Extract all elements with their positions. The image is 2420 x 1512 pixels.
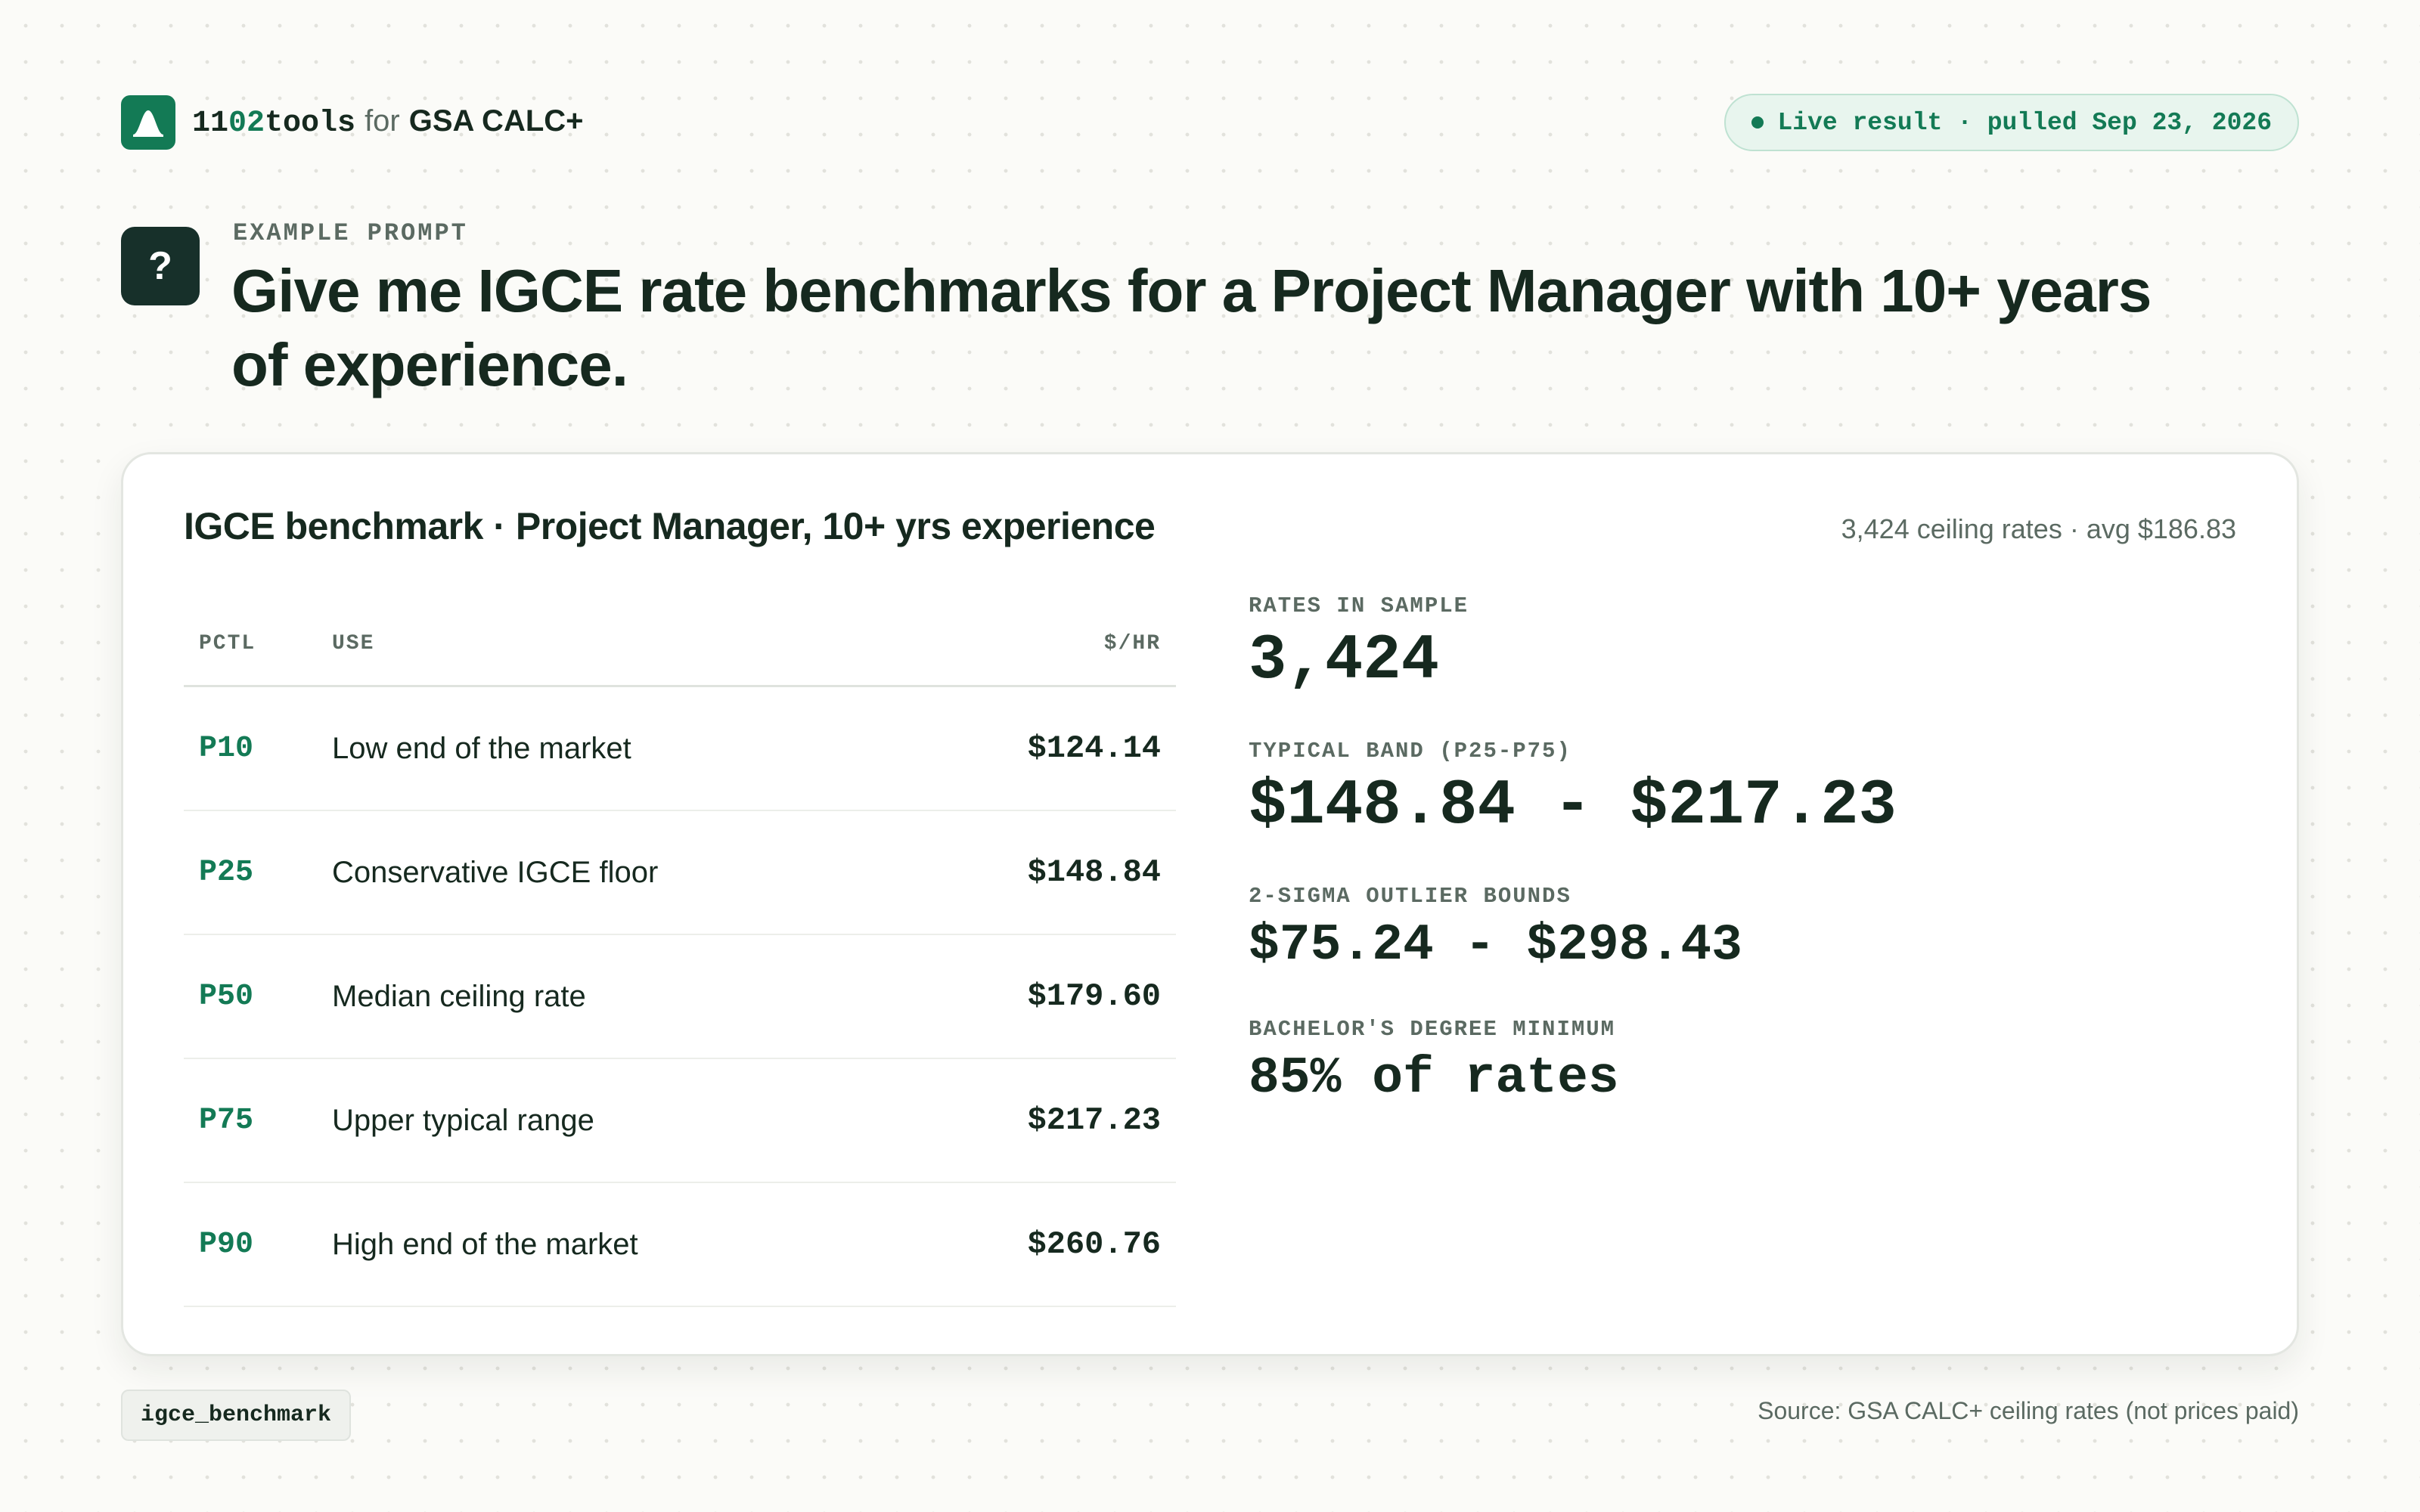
stat-rates-in-sample: RATES IN SAMPLE 3,424 xyxy=(1249,593,2232,696)
stat-value: $75.24 - $298.43 xyxy=(1249,916,1742,974)
row-rate: $179.60 xyxy=(1027,978,1161,1015)
tool-name-tag: igce_benchmark xyxy=(121,1390,352,1441)
column-header-rate: $/HR xyxy=(1103,632,1161,655)
table-row: P50 Median ceiling rate $179.60 xyxy=(184,935,1176,1059)
source-note: Source: GSA CALC+ ceiling rates (not pri… xyxy=(1758,1397,2299,1424)
row-use: Conservative IGCE floor xyxy=(332,855,659,889)
prompt-label: EXAMPLE PROMPT xyxy=(233,219,468,247)
stat-typical-band: TYPICAL BAND (P25-P75) $148.84 - $217.23 xyxy=(1249,739,2232,841)
bell-curve-icon xyxy=(133,110,163,137)
stat-value: 85% of rates xyxy=(1249,1049,1619,1108)
live-status-label: Live result · pulled Sep 23, 2026 xyxy=(1777,108,2272,137)
row-rate: $217.23 xyxy=(1027,1102,1161,1139)
brand-name: 1102tools xyxy=(192,107,355,141)
row-use: Median ceiling rate xyxy=(332,979,586,1013)
table-row: P90 High end of the market $260.76 xyxy=(184,1183,1176,1307)
row-use: Low end of the market xyxy=(332,731,631,765)
row-rate: $260.76 xyxy=(1027,1226,1161,1263)
row-use: High end of the market xyxy=(332,1227,638,1261)
stat-value: 3,424 xyxy=(1249,625,1440,697)
live-dot-icon xyxy=(1751,116,1764,129)
card-title: IGCE benchmark · Project Manager, 10+ yr… xyxy=(184,505,1156,547)
stat-bachelors-minimum: BACHELOR'S DEGREE MINIMUM 85% of rates xyxy=(1249,1017,2232,1108)
row-rate: $124.14 xyxy=(1027,730,1161,767)
brand-logo-icon xyxy=(121,95,175,150)
percentile-table: PCTL USE $/HR P10 Low end of the market … xyxy=(184,603,1176,1307)
table-header: PCTL USE $/HR xyxy=(184,603,1176,687)
table-row: P75 Upper typical range $217.23 xyxy=(184,1059,1176,1183)
row-pctl: P75 xyxy=(199,1103,254,1138)
stat-outlier-bounds: 2-SIGMA OUTLIER BOUNDS $75.24 - $298.43 xyxy=(1249,884,2232,974)
table-row: P10 Low end of the market $124.14 xyxy=(184,687,1176,811)
row-use: Upper typical range xyxy=(332,1103,594,1137)
question-icon: ? xyxy=(121,227,200,305)
column-header-pctl: PCTL xyxy=(199,632,256,655)
prompt-text: Give me IGCE rate benchmarks for a Proje… xyxy=(231,257,2152,398)
brand-product: GSA CALC+ xyxy=(408,104,584,138)
stats-panel: RATES IN SAMPLE 3,424 TYPICAL BAND (P25-… xyxy=(1249,593,2232,1150)
row-pctl: P90 xyxy=(199,1227,254,1262)
stat-label: BACHELOR'S DEGREE MINIMUM xyxy=(1249,1017,1616,1042)
row-pctl: P50 xyxy=(199,979,254,1014)
brand-name-prefix: 11 xyxy=(192,107,229,141)
row-pctl: P10 xyxy=(199,731,254,766)
brand: 1102tools for GSA CALC+ xyxy=(121,95,584,150)
stat-label: RATES IN SAMPLE xyxy=(1249,593,1469,618)
card-meta: 3,424 ceiling rates · avg $186.83 xyxy=(1841,513,2236,544)
row-pctl: P25 xyxy=(199,855,254,890)
brand-name-accent: 02 xyxy=(228,107,265,141)
stat-value: $148.84 - $217.23 xyxy=(1249,770,1897,842)
brand-for: for xyxy=(365,104,400,138)
brand-name-suffix: tools xyxy=(265,107,356,141)
stat-label: 2-SIGMA OUTLIER BOUNDS xyxy=(1249,884,1571,909)
brand-text: 1102tools for GSA CALC+ xyxy=(192,104,584,141)
stat-label: TYPICAL BAND (P25-P75) xyxy=(1249,739,1571,764)
live-status-badge: Live result · pulled Sep 23, 2026 xyxy=(1724,94,2299,151)
column-header-use: USE xyxy=(332,632,375,655)
benchmark-card: IGCE benchmark · Project Manager, 10+ yr… xyxy=(121,452,2299,1356)
table-row: P25 Conservative IGCE floor $148.84 xyxy=(184,811,1176,935)
row-rate: $148.84 xyxy=(1027,854,1161,891)
